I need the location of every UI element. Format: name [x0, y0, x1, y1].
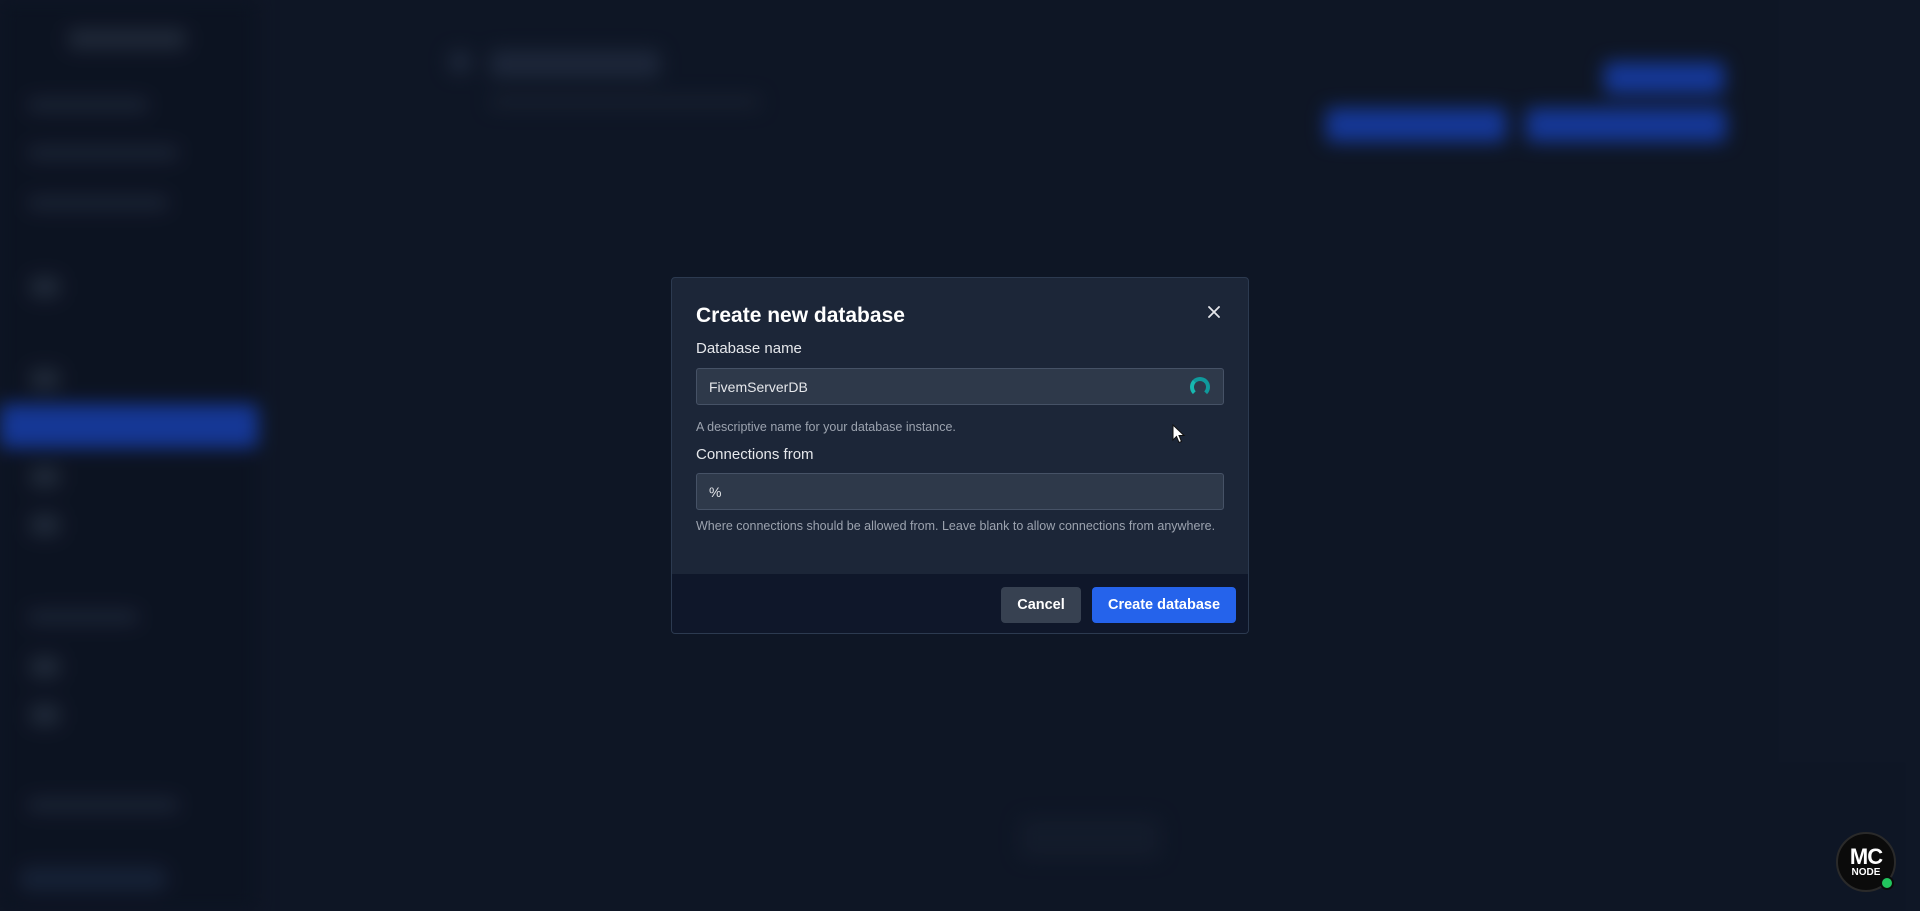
database-name-input[interactable] — [696, 368, 1224, 405]
app-root: Create new database Database name A desc… — [0, 0, 1920, 911]
modal-title: Create new database — [696, 304, 905, 327]
loading-spinner-icon — [1190, 377, 1210, 397]
connections-from-input[interactable] — [696, 473, 1224, 510]
modal-footer: Cancel Create database — [672, 574, 1248, 633]
online-status-icon — [1880, 876, 1894, 890]
close-button[interactable] — [1202, 300, 1226, 324]
connections-from-help: Where connections should be allowed from… — [696, 519, 1216, 533]
badge-text: MC — [1849, 843, 1883, 869]
badge-text: NODE — [1851, 866, 1881, 878]
database-name-label: Database name — [696, 340, 802, 357]
create-database-modal: Create new database Database name A desc… — [671, 277, 1249, 634]
database-name-help: A descriptive name for your database ins… — [696, 420, 956, 434]
create-database-button[interactable]: Create database — [1092, 587, 1236, 623]
cancel-button[interactable]: Cancel — [1001, 587, 1081, 623]
close-icon — [1208, 306, 1220, 318]
connections-from-label: Connections from — [696, 446, 814, 463]
mouse-cursor-icon — [1172, 424, 1186, 444]
